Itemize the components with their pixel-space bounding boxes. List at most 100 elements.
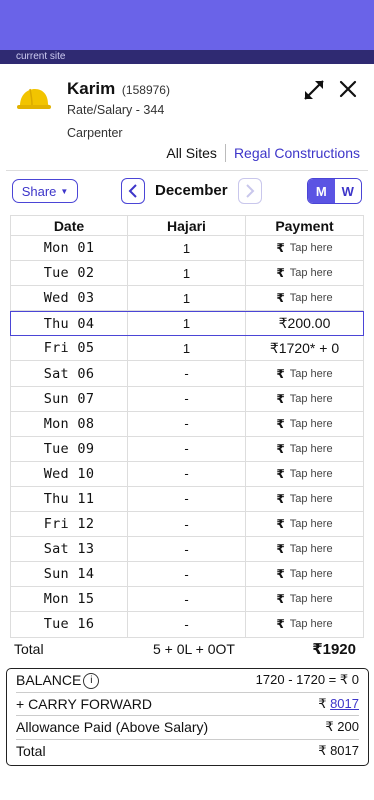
cell-hajari[interactable]: -: [128, 461, 246, 486]
table-row[interactable]: Sun 07- ₹ Tap here: [10, 386, 364, 412]
week-view-toggle[interactable]: W: [334, 179, 361, 203]
cell-payment[interactable]: ₹ Tap here: [246, 587, 363, 611]
cell-payment[interactable]: ₹ Tap here: [246, 361, 363, 385]
table-row[interactable]: Sat 06- ₹ Tap here: [10, 361, 364, 387]
rupee-icon: ₹: [276, 441, 285, 456]
table-row[interactable]: Tue 02 1 ₹ Tap here: [10, 261, 364, 287]
cell-date: Thu 04: [11, 312, 128, 336]
total-label: Total: [14, 641, 44, 657]
tap-here-label: Tap here: [289, 492, 333, 505]
cell-hajari[interactable]: 1: [128, 336, 246, 361]
rupee-icon: ₹: [276, 592, 285, 607]
rupee-icon: ₹: [276, 266, 285, 281]
payment-amount: ₹200.00: [278, 315, 331, 332]
info-icon[interactable]: i: [83, 672, 100, 689]
carry-forward-currency: ₹: [318, 695, 331, 711]
cell-payment[interactable]: ₹ Tap here: [246, 612, 363, 636]
worker-id: (158976): [121, 83, 170, 97]
tap-here-label: Tap here: [289, 242, 333, 255]
carry-forward-row: + CARRY FORWARD ₹ 8017: [16, 693, 359, 716]
share-button[interactable]: Share ▼: [12, 179, 78, 203]
cell-hajari[interactable]: -: [128, 537, 246, 562]
cell-payment[interactable]: ₹ Tap here: [246, 236, 363, 260]
all-sites-link[interactable]: All Sites: [166, 145, 217, 161]
total-payment: ₹1920: [312, 641, 356, 658]
table-header: Date Hajari Payment: [10, 215, 364, 236]
table-row[interactable]: Sun 14- ₹ Tap here: [10, 562, 364, 588]
cell-hajari[interactable]: 1: [128, 312, 246, 336]
cell-hajari[interactable]: 1: [128, 286, 246, 311]
table-row[interactable]: Thu 04 1 ₹200.00: [10, 311, 364, 337]
header-payment: Payment: [275, 217, 334, 234]
tap-here-label: Tap here: [289, 417, 333, 430]
prev-month-button[interactable]: [121, 178, 145, 204]
cell-hajari[interactable]: -: [128, 411, 246, 436]
cell-date: Tue 02: [11, 261, 128, 286]
cell-payment[interactable]: ₹ Tap here: [246, 437, 363, 461]
cell-payment[interactable]: ₹ Tap here: [246, 286, 363, 310]
rupee-icon: ₹: [276, 366, 285, 381]
tap-here-label: Tap here: [289, 367, 333, 380]
close-icon[interactable]: [336, 77, 360, 101]
cell-hajari[interactable]: -: [128, 587, 246, 612]
tap-here-label: Tap here: [289, 568, 333, 581]
cell-payment[interactable]: ₹ Tap here: [246, 562, 363, 586]
table-row[interactable]: Wed 03 1 ₹ Tap here: [10, 286, 364, 312]
table-row[interactable]: Fri 05 1 ₹1720* + 0: [10, 336, 364, 362]
table-row[interactable]: Sat 13- ₹ Tap here: [10, 537, 364, 563]
cell-payment[interactable]: ₹ Tap here: [246, 261, 363, 285]
current-site-link[interactable]: Regal Constructions: [234, 145, 360, 161]
table-row[interactable]: Fri 12- ₹ Tap here: [10, 512, 364, 538]
share-label: Share: [21, 183, 57, 199]
cell-date: Thu 11: [11, 486, 128, 512]
table-row[interactable]: Mon 08- ₹ Tap here: [10, 411, 364, 437]
table-row[interactable]: Mon 01 1 ₹ Tap here: [10, 236, 364, 262]
cell-payment[interactable]: ₹1720* + 0: [246, 336, 363, 360]
helmet-icon: [17, 88, 51, 109]
allowance-row: Allowance Paid (Above Salary) ₹ 200: [16, 716, 359, 740]
table-body: Mon 01 1 ₹ Tap here Tue 02 1 ₹ Tap here Wed 03 1 ₹…: [10, 236, 364, 638]
cell-hajari[interactable]: -: [128, 562, 246, 587]
tap-here-label: Tap here: [289, 467, 333, 480]
cell-date: Wed 03: [11, 286, 128, 311]
cell-payment[interactable]: ₹ Tap here: [246, 387, 363, 411]
table-row[interactable]: Wed 10- ₹ Tap here: [10, 461, 364, 487]
allowance-label: Allowance Paid (Above Salary): [16, 719, 209, 736]
cell-hajari[interactable]: -: [128, 512, 246, 537]
cell-payment[interactable]: ₹ Tap here: [246, 462, 363, 486]
cell-payment[interactable]: ₹ Tap here: [246, 412, 363, 436]
worker-name-text: Karim: [67, 79, 116, 98]
balance-row: BALANCE i 1720 - 1720 = ₹ 0: [16, 669, 359, 693]
tap-here-label: Tap here: [289, 392, 333, 405]
next-month-button[interactable]: [238, 178, 262, 204]
cell-payment[interactable]: ₹ Tap here: [246, 512, 363, 536]
cell-hajari[interactable]: -: [128, 612, 246, 637]
attendance-table: Date Hajari Payment Mon 01 1 ₹ Tap here Tue …: [10, 215, 364, 638]
table-row[interactable]: Mon 15- ₹ Tap here: [10, 587, 364, 613]
cell-hajari[interactable]: -: [128, 436, 246, 461]
totals-row: Total 5 + 0L + 0OT ₹1920: [14, 638, 356, 660]
balance-total-label: Total: [16, 743, 46, 760]
site-divider: [224, 144, 226, 162]
cell-hajari[interactable]: 1: [128, 261, 246, 286]
balance-value: 1720 - 1720 = ₹ 0: [255, 672, 359, 688]
cell-payment[interactable]: ₹ Tap here: [246, 537, 363, 561]
cell-payment[interactable]: ₹ Tap here: [246, 487, 363, 511]
table-row[interactable]: Tue 16- ₹ Tap here: [10, 612, 364, 638]
expand-icon[interactable]: [302, 78, 326, 102]
table-row[interactable]: Tue 09- ₹ Tap here: [10, 436, 364, 462]
cell-date: Mon 08: [11, 411, 128, 436]
cell-payment[interactable]: ₹200.00: [246, 312, 363, 335]
month-view-toggle[interactable]: M: [308, 179, 335, 203]
tap-here-label: Tap here: [289, 267, 333, 280]
table-row[interactable]: Thu 11- ₹ Tap here: [10, 486, 364, 513]
cell-hajari[interactable]: -: [128, 386, 246, 411]
carry-forward-label: + CARRY FORWARD: [16, 695, 153, 712]
cell-hajari[interactable]: 1: [128, 236, 246, 261]
carry-forward-value[interactable]: 8017: [330, 696, 359, 711]
allowance-value: ₹ 200: [325, 719, 359, 735]
rupee-icon: ₹: [276, 567, 285, 582]
cell-hajari[interactable]: -: [128, 361, 246, 386]
rupee-icon: ₹: [276, 542, 285, 557]
cell-hajari[interactable]: -: [128, 486, 246, 512]
